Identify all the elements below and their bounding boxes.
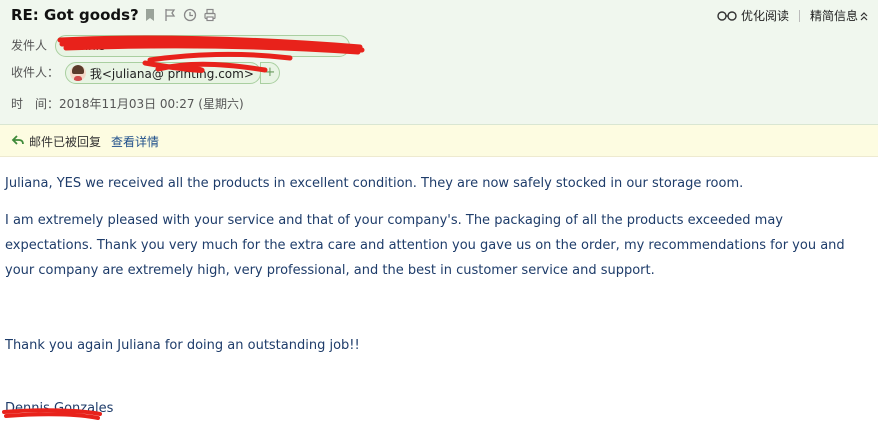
header-tools: 优化阅读 精简信息 (717, 7, 868, 24)
reply-status-text: 邮件已被回复 (29, 135, 102, 149)
email-header: RE: Got goods? 优化阅读 精简信息 发件人 Dennis 收件人：… (0, 0, 878, 125)
email-subject: RE: Got goods? (11, 6, 139, 24)
subject-icons (143, 7, 217, 22)
flag-icon[interactable] (163, 7, 177, 21)
avatar (69, 65, 86, 81)
print-icon[interactable] (203, 7, 217, 22)
time-label: 时 间： (11, 97, 60, 111)
double-chevron-up-icon (860, 11, 868, 20)
to-row: 收件人： 我<juliana@ printing.com> + (11, 62, 280, 84)
body-paragraph-2: I am extremely pleased with your service… (5, 213, 845, 278)
signature: Dennis Gonzales (5, 401, 114, 416)
from-row: 发件人 Dennis (11, 35, 350, 57)
reply-arrow-icon (11, 135, 24, 145)
bookmark-icon[interactable] (143, 7, 157, 21)
sender-chip[interactable]: Dennis (54, 35, 350, 57)
concise-info-button[interactable]: 精简信息 (810, 7, 868, 24)
add-recipient-button[interactable]: + (259, 62, 280, 84)
glasses-icon (717, 10, 737, 21)
body-paragraph-3: Thank you again Juliana for doing an out… (5, 338, 360, 353)
email-body: Juliana, YES we received all the product… (5, 171, 871, 433)
view-details-link[interactable]: 查看详情 (111, 133, 159, 150)
time-row: 时 间：2018年11月03日 00:27 (星期六) (11, 95, 244, 112)
sender-name: Dennis (63, 39, 106, 53)
to-label: 收件人： (11, 65, 60, 80)
clock-icon[interactable] (183, 7, 197, 22)
recipient-chip[interactable]: 我<juliana@ printing.com> (64, 62, 261, 84)
optimize-reading-button[interactable]: 优化阅读 (717, 7, 789, 24)
body-paragraph-1: Juliana, YES we received all the product… (5, 176, 744, 191)
reply-status-bar: 邮件已被回复 查看详情 (0, 125, 878, 157)
time-value: 2018年11月03日 00:27 (星期六) (59, 97, 244, 111)
toolbar-divider (798, 9, 800, 22)
concise-info-label: 精简信息 (809, 9, 858, 23)
optimize-reading-label: 优化阅读 (740, 9, 789, 23)
from-label: 发件人 (11, 38, 48, 53)
recipient-address: 我<juliana@ printing.com> (89, 66, 254, 81)
